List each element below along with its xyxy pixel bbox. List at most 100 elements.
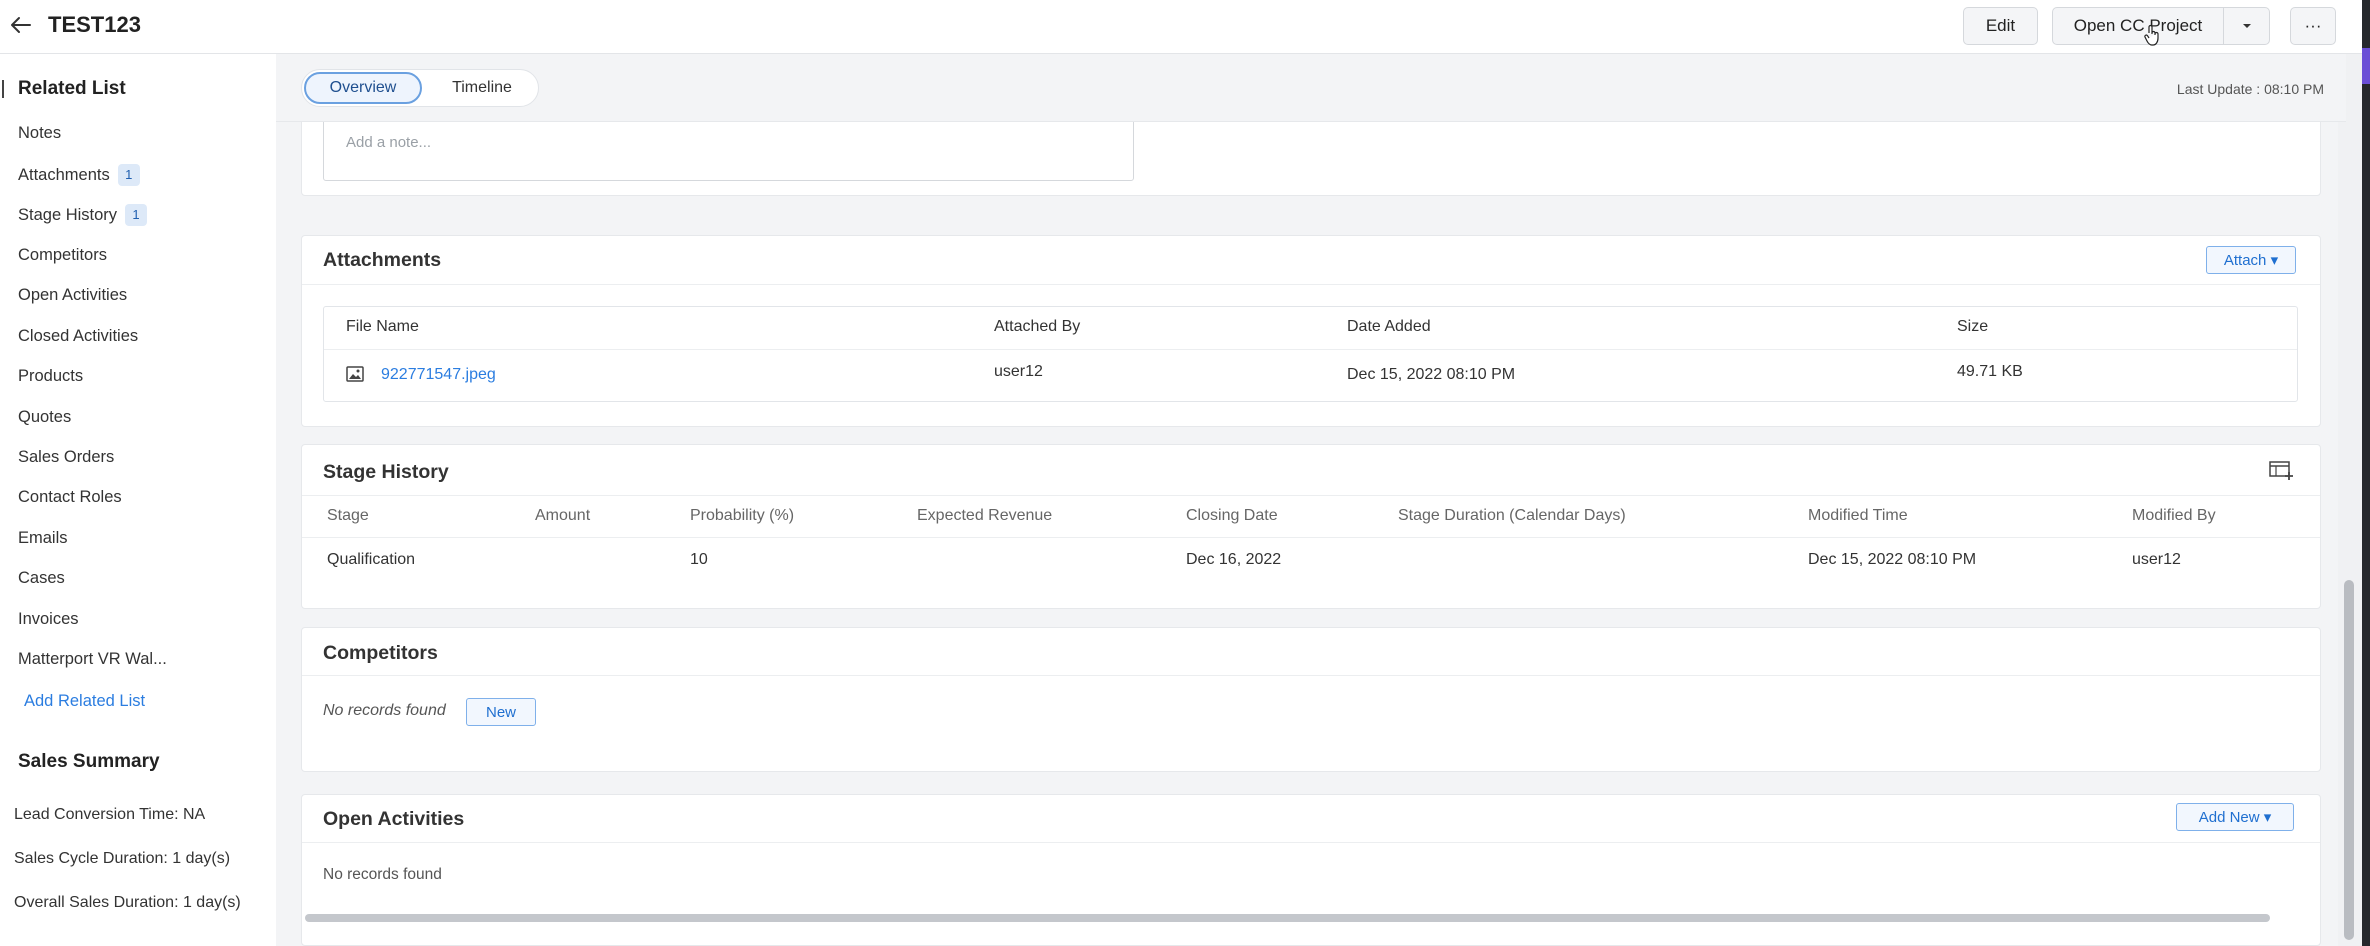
attachments-title: Attachments bbox=[323, 249, 442, 271]
record-title: TEST123 bbox=[48, 12, 141, 37]
sidebar-item-cases[interactable]: Cases bbox=[18, 569, 65, 588]
attached-by-cell: user12 bbox=[994, 363, 1043, 380]
attachments-card: Attachments Attach ▾ File Name Attached … bbox=[301, 235, 2321, 427]
sidebar-item-label: Stage History bbox=[18, 205, 118, 224]
window-edge bbox=[2362, 0, 2370, 946]
sales-summary-heading: Sales Summary bbox=[18, 751, 160, 772]
tab-timeline[interactable]: Timeline bbox=[430, 72, 534, 104]
competitors-card: Competitors No records found New bbox=[301, 627, 2321, 772]
column-header-size: Size bbox=[1957, 318, 1989, 335]
tab-overview[interactable]: Overview bbox=[304, 72, 422, 104]
open-cc-project-button[interactable]: Open CC Project bbox=[2052, 7, 2224, 45]
sidebar-item-label: Open Activities bbox=[18, 286, 128, 304]
sidebar-item-label: Closed Activities bbox=[18, 327, 139, 345]
stage-history-title: Stage History bbox=[323, 461, 449, 483]
no-records-text: No records found bbox=[323, 702, 446, 719]
sidebar-item-sales-orders[interactable]: Sales Orders bbox=[18, 448, 114, 467]
competitors-title: Competitors bbox=[323, 642, 438, 664]
mouse-pointer-icon bbox=[2144, 24, 2159, 46]
sales-cycle-duration: Sales Cycle Duration: 1 day(s) bbox=[14, 850, 231, 867]
new-competitor-button[interactable]: New bbox=[466, 698, 536, 726]
column-header-probability: Probability (%) bbox=[690, 507, 795, 524]
sidebar-item-emails[interactable]: Emails bbox=[18, 529, 68, 548]
open-activities-title: Open Activities bbox=[323, 808, 465, 830]
back-arrow-icon[interactable] bbox=[8, 12, 34, 38]
sidebar-item-label: Products bbox=[18, 367, 84, 385]
count-badge: 1 bbox=[125, 204, 148, 226]
sidebar-item-notes[interactable]: Notes bbox=[18, 124, 61, 143]
probability-cell: 10 bbox=[690, 551, 708, 568]
top-bar: TEST123 Edit Open CC Project ··· bbox=[0, 0, 2370, 54]
active-marker bbox=[2, 80, 4, 98]
sidebar-item-attachments[interactable]: Attachments 1 bbox=[18, 164, 140, 186]
sidebar-item-matterport[interactable]: Matterport VR Wal... bbox=[18, 650, 167, 669]
sidebar-item-label: Notes bbox=[18, 124, 62, 142]
sub-header: Overview Timeline Last Update : 08:10 PM bbox=[276, 54, 2346, 122]
sidebar-item-quotes[interactable]: Quotes bbox=[18, 408, 71, 427]
related-list-heading: Related List bbox=[18, 78, 126, 99]
sidebar-item-label: Emails bbox=[18, 529, 68, 547]
notes-card: Add a note... bbox=[301, 101, 2321, 196]
attach-button[interactable]: Attach ▾ bbox=[2206, 246, 2296, 274]
column-header-modified-time: Modified Time bbox=[1808, 507, 1908, 524]
edit-button[interactable]: Edit bbox=[1963, 7, 2038, 45]
sidebar-item-stage-history[interactable]: Stage History 1 bbox=[18, 204, 148, 226]
sidebar-item-label: Contact Roles bbox=[18, 488, 122, 506]
column-header-file-name: File Name bbox=[346, 318, 419, 335]
table-header-divider bbox=[324, 349, 2297, 350]
card-divider bbox=[302, 842, 2320, 843]
column-header-closing-date: Closing Date bbox=[1186, 507, 1278, 524]
sidebar-item-label: Competitors bbox=[18, 246, 107, 264]
sidebar-item-label: Sales Orders bbox=[18, 448, 115, 466]
sidebar-item-label: Invoices bbox=[18, 610, 79, 628]
sidebar-item-label: Quotes bbox=[18, 408, 72, 426]
card-divider bbox=[302, 495, 2320, 496]
horizontal-scrollbar[interactable] bbox=[305, 914, 2270, 922]
closing-date-cell: Dec 16, 2022 bbox=[1186, 551, 1282, 568]
modified-by-cell: user12 bbox=[2132, 551, 2181, 568]
column-header-amount: Amount bbox=[535, 507, 591, 524]
sidebar-item-label: Cases bbox=[18, 569, 65, 587]
stage-cell: Qualification bbox=[327, 551, 416, 568]
sidebar-item-label: Matterport VR Wal... bbox=[18, 650, 167, 668]
related-list-sidebar: Related List Notes Attachments 1 Stage H… bbox=[0, 54, 276, 946]
attachments-table: File Name Attached By Date Added Size 92… bbox=[323, 306, 2298, 402]
table-header-divider bbox=[302, 537, 2320, 538]
table-settings-icon[interactable] bbox=[2269, 460, 2295, 482]
last-update-text: Last Update : 08:10 PM bbox=[2176, 81, 2324, 97]
card-divider bbox=[302, 284, 2320, 285]
date-added-cell: Dec 15, 2022 08:10 PM bbox=[1347, 366, 1516, 383]
sidebar-item-label: Attachments bbox=[18, 165, 110, 184]
column-header-stage-duration: Stage Duration (Calendar Days) bbox=[1398, 507, 1626, 524]
add-related-list-link[interactable]: Add Related List bbox=[24, 692, 145, 711]
more-options-button[interactable]: ··· bbox=[2290, 7, 2336, 45]
note-placeholder: Add a note... bbox=[346, 134, 432, 151]
open-activities-card: Open Activities Add New ▾ No records fou… bbox=[301, 794, 2321, 946]
overall-sales-duration: Overall Sales Duration: 1 day(s) bbox=[14, 894, 241, 911]
sidebar-item-open-activities[interactable]: Open Activities bbox=[18, 286, 127, 305]
view-tabs: Overview Timeline bbox=[301, 69, 539, 107]
column-header-attached-by: Attached By bbox=[994, 318, 1081, 335]
stage-history-card: Stage History Stage Amount Probability (… bbox=[301, 444, 2321, 609]
lead-conversion-time: Lead Conversion Time: NA bbox=[14, 806, 206, 823]
card-divider bbox=[302, 675, 2320, 676]
sidebar-item-products[interactable]: Products bbox=[18, 367, 83, 386]
attachment-file-link[interactable]: 922771547.jpeg bbox=[381, 366, 496, 384]
sidebar-item-invoices[interactable]: Invoices bbox=[18, 610, 79, 629]
window-edge-accent bbox=[2362, 48, 2370, 84]
vertical-scrollbar-thumb[interactable] bbox=[2344, 580, 2354, 940]
add-new-activity-button[interactable]: Add New ▾ bbox=[2176, 803, 2294, 831]
no-records-text: No records found bbox=[323, 866, 442, 883]
sidebar-item-competitors[interactable]: Competitors bbox=[18, 246, 107, 265]
column-header-date-added: Date Added bbox=[1347, 318, 1431, 335]
sidebar-item-contact-roles[interactable]: Contact Roles bbox=[18, 488, 122, 507]
column-header-modified-by: Modified By bbox=[2132, 507, 2216, 524]
open-cc-project-dropdown[interactable] bbox=[2223, 7, 2270, 45]
caret-down-icon bbox=[2242, 24, 2251, 28]
column-header-expected-revenue: Expected Revenue bbox=[917, 507, 1053, 524]
image-file-icon bbox=[346, 366, 364, 382]
sidebar-item-closed-activities[interactable]: Closed Activities bbox=[18, 327, 138, 346]
column-header-stage: Stage bbox=[327, 507, 369, 524]
modified-time-cell: Dec 15, 2022 08:10 PM bbox=[1808, 551, 1977, 568]
size-cell: 49.71 KB bbox=[1957, 363, 2023, 380]
